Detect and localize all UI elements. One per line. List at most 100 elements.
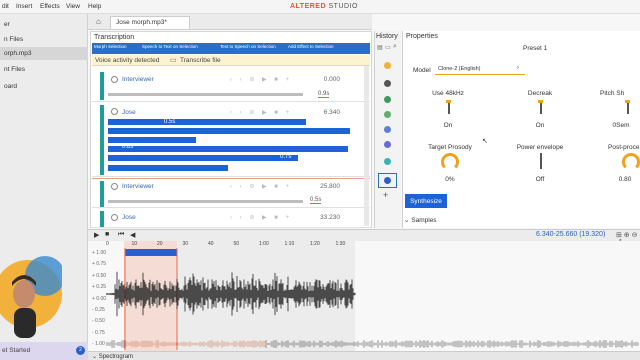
transcribe-file-button[interactable]: Transcribe file	[180, 57, 221, 64]
duration-label: 0.7s	[280, 154, 292, 160]
menu-help[interactable]: Help	[88, 3, 101, 10]
morph-selection-button[interactable]: Morph Selection	[94, 44, 127, 49]
add-history-icon[interactable]: +	[383, 190, 388, 200]
history-item[interactable]	[384, 96, 391, 103]
play-icon[interactable]: ▶	[94, 231, 99, 239]
rewind-icon[interactable]: ◀	[130, 231, 135, 239]
amplitude-label: + 0.25	[92, 284, 107, 291]
param-gauge[interactable]	[441, 153, 459, 171]
sidebar-item-morph-file[interactable]: orph.mp3	[0, 47, 88, 60]
get-started-button[interactable]: et Started 2	[0, 342, 88, 360]
slider-knob[interactable]	[446, 100, 451, 103]
history-item[interactable]	[384, 62, 391, 69]
selected-text-line[interactable]	[108, 119, 306, 125]
history-item[interactable]	[384, 80, 391, 87]
param-gauge[interactable]	[622, 153, 640, 171]
history-item[interactable]	[384, 111, 391, 118]
selected-text-line[interactable]	[108, 128, 350, 134]
param-slider[interactable]	[540, 153, 542, 169]
menu-edit[interactable]: dit	[2, 3, 9, 10]
transport-bar: ▶ ■ ⏮ ◀ 6.340-25.660 (19.320) ⊞ ⊕ ⊖ ⤢	[88, 229, 640, 246]
ruler-tick: 1:30	[335, 241, 346, 247]
sidebar-item-user[interactable]: er	[0, 18, 88, 31]
vad-banner: Voice activity detected ▭ Transcribe fil…	[92, 55, 370, 66]
menu-effects[interactable]: Effects	[40, 3, 60, 10]
speaker-label[interactable]: Interviewer	[122, 183, 154, 190]
selected-text-line[interactable]	[108, 146, 348, 152]
add-effect-button[interactable]: Add Effect to Selection	[288, 44, 333, 49]
ruler-tick: 1:20	[310, 241, 320, 247]
slider-knob[interactable]	[625, 100, 630, 103]
menu-bar: dit Insert Effects View Help ALTERED STU…	[0, 0, 640, 14]
duration-label: 0.9s	[318, 91, 330, 98]
spectrogram-toggle[interactable]: ⌄ Spectrogram	[92, 353, 133, 360]
selected-text-line[interactable]	[108, 137, 196, 143]
history-title: History	[376, 33, 398, 40]
param-label: Decreak	[527, 90, 553, 97]
slider-knob[interactable]	[538, 100, 543, 103]
ruler-tick: 1:00	[259, 241, 269, 247]
notification-badge: 2	[76, 346, 85, 355]
selection-range: 6.340-25.660 (19.320)	[536, 231, 606, 238]
menu-view[interactable]: View	[66, 3, 80, 10]
speech-to-text-button[interactable]: Speech to Text on Selection	[142, 44, 198, 49]
synthesize-button[interactable]: Synthesize	[405, 194, 447, 208]
amplitude-label: - 0.25	[92, 307, 105, 313]
segment-controls-icon[interactable]: ‹ › ⊘ ▶ ■ +	[230, 183, 292, 190]
duration-label: 0.5s	[164, 119, 176, 125]
duration-label: 0.5s	[310, 197, 322, 204]
ruler-tick: 10	[131, 241, 138, 247]
speaker-label[interactable]: Jose	[122, 214, 136, 221]
model-select-value: Clone-2 (English)	[438, 66, 481, 72]
user-icon	[111, 76, 118, 83]
stop-icon[interactable]: ■	[105, 231, 109, 238]
properties-title: Properties	[406, 33, 438, 40]
tab-file-label: Jose morph.mp3*	[116, 19, 167, 26]
home-icon[interactable]: ⌂	[96, 17, 101, 26]
ruler-tick: 40	[208, 241, 214, 247]
model-select[interactable]: Clone-2 (English) ›	[435, 64, 525, 75]
param-label: Post-proce	[608, 144, 640, 151]
history-item[interactable]	[384, 126, 391, 133]
waveform-path	[106, 271, 639, 348]
segment-time: 33.230	[320, 214, 340, 221]
param-label: Power envelope	[516, 144, 564, 151]
webcam-avatar	[0, 246, 62, 342]
mouse-cursor: ↖	[482, 138, 488, 145]
model-label: Model	[413, 67, 431, 74]
doc-icon[interactable]: ▭	[385, 44, 391, 51]
user-icon	[111, 214, 118, 221]
history-item[interactable]	[384, 158, 391, 165]
history-item[interactable]	[384, 141, 391, 148]
param-value: Off	[535, 176, 545, 183]
segment-controls-icon[interactable]: ‹ › ⊘ ▶ ■ +	[230, 214, 292, 221]
tab-file[interactable]: Jose morph.mp3*	[110, 16, 190, 29]
sidebar-item-dashboard[interactable]: oard	[0, 80, 88, 93]
selected-text-line[interactable]	[108, 155, 298, 161]
text-to-speech-button[interactable]: Text to Speech on Selection	[220, 44, 276, 49]
amplitude-label: - 0.50	[92, 318, 105, 325]
segment-controls-icon[interactable]: ‹ › ⊘ ▶ ■ +	[230, 76, 292, 83]
selection-toolbar: Morph Selection Speech to Text on Select…	[92, 43, 370, 54]
ruler-tick: 50	[233, 241, 240, 247]
sidebar-item-recent-files[interactable]: nt Files	[0, 63, 88, 76]
history-item[interactable]	[384, 177, 391, 184]
param-value: 0Sem	[612, 122, 630, 129]
speaker-label[interactable]: Jose	[122, 109, 136, 116]
segment-time: 25.800	[320, 183, 340, 190]
samples-toggle[interactable]: ⌄ Samples	[404, 216, 437, 224]
region-marker	[125, 249, 177, 256]
selected-text-line[interactable]	[108, 165, 228, 171]
segment-marker	[100, 72, 104, 100]
zoom-icon[interactable]: ⌕	[393, 43, 397, 51]
clipboard-icon[interactable]: ▤	[377, 44, 383, 51]
sidebar-item-open-files[interactable]: n Files	[0, 33, 88, 46]
speaker-label[interactable]: Interviewer	[122, 76, 154, 83]
segment-controls-icon[interactable]: ‹ › ⊘ ▶ ■ +	[230, 109, 292, 116]
skip-back-icon[interactable]: ⏮	[118, 231, 124, 239]
transcription-scrollbar[interactable]	[364, 66, 369, 226]
menu-insert[interactable]: Insert	[16, 3, 32, 10]
doc-icon: ▭	[170, 57, 177, 64]
spectrogram-bar: ⌄ Spectrogram	[88, 351, 640, 360]
segment-time: 0.000	[323, 76, 340, 83]
